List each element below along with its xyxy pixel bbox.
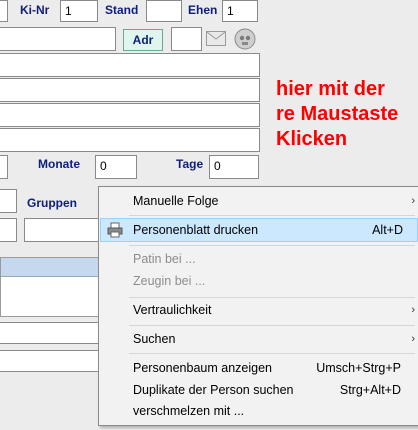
menu-item-duplikate-suchen[interactable]: Duplikate der Person suchen Strg+Alt+D xyxy=(99,379,418,401)
menu-item-manuelle-folge[interactable]: Manuelle Folge › xyxy=(99,190,418,212)
menu-item-label: Personenbaum anzeigen xyxy=(133,361,272,375)
menu-item-label: Vertraulichkeit xyxy=(133,303,212,317)
stand-field[interactable] xyxy=(146,0,182,22)
unlabeled-field-mid-left[interactable] xyxy=(0,155,8,179)
submenu-arrow-icon: › xyxy=(411,333,415,345)
context-menu: Manuelle Folge › Personenblatt drucken A… xyxy=(98,186,418,426)
menu-item-patin-bei: Patin bei ... xyxy=(99,248,418,270)
ehen-label: Ehen xyxy=(188,3,218,17)
submenu-arrow-icon: › xyxy=(411,195,415,207)
address-line-1[interactable] xyxy=(0,53,260,77)
menu-item-label: Zeugin bei ... xyxy=(133,274,206,288)
menu-separator xyxy=(129,245,415,246)
adr-extra-field[interactable] xyxy=(171,27,202,51)
grid-header xyxy=(1,258,99,277)
monate-field[interactable]: 0 xyxy=(95,155,137,179)
menu-separator xyxy=(129,325,415,326)
menu-item-label: Patin bei ... xyxy=(133,252,196,266)
kinr-field[interactable]: 1 xyxy=(60,0,98,22)
annotation-line-2: re Maustaste xyxy=(276,103,399,125)
unlabeled-field-top-left[interactable] xyxy=(0,0,8,22)
lower-field-2[interactable] xyxy=(0,350,106,372)
menu-item-shortcut: Umsch+Strg+P xyxy=(316,361,401,375)
adr-button[interactable]: Adr xyxy=(123,29,163,51)
submenu-arrow-icon: › xyxy=(411,304,415,316)
menu-item-personenblatt-drucken[interactable]: Personenblatt drucken Alt+D xyxy=(100,218,418,242)
gruppen-label: Gruppen xyxy=(27,196,77,210)
menu-item-suchen[interactable]: Suchen › xyxy=(99,328,418,350)
lower-field-1[interactable] xyxy=(0,322,106,344)
menu-item-shortcut: Strg+Alt+D xyxy=(339,383,401,397)
gruppen-field[interactable] xyxy=(24,218,104,242)
menu-item-label: verschmelzen mit ... xyxy=(133,404,245,418)
stand-label: Stand xyxy=(105,3,139,17)
menu-item-label: Duplikate der Person suchen xyxy=(133,383,294,397)
address-line-4[interactable] xyxy=(0,128,260,152)
kinr-label: Ki-Nr xyxy=(20,3,50,17)
grid-table[interactable] xyxy=(0,257,100,317)
annotation-line-1: hier mit der xyxy=(276,78,385,100)
tage-label: Tage xyxy=(176,157,204,171)
menu-item-zeugin-bei: Zeugin bei ... xyxy=(99,270,418,292)
menu-separator xyxy=(129,297,415,298)
address-line-3[interactable] xyxy=(0,103,260,127)
ehen-field[interactable]: 1 xyxy=(222,0,258,22)
name-field[interactable] xyxy=(0,27,116,51)
menu-item-label: Suchen xyxy=(133,332,176,346)
skull-icon[interactable] xyxy=(234,28,256,50)
menu-item-label: Personenblatt drucken xyxy=(133,223,259,237)
tage-field[interactable]: 0 xyxy=(209,155,259,179)
menu-separator xyxy=(129,353,415,354)
menu-item-personenbaum-anzeigen[interactable]: Personenbaum anzeigen Umsch+Strg+P xyxy=(99,357,418,379)
unlabeled-field-lower-left[interactable] xyxy=(0,189,17,213)
menu-item-vertraulichkeit[interactable]: Vertraulichkeit › xyxy=(99,299,418,321)
email-icon[interactable] xyxy=(206,31,226,46)
address-line-2[interactable] xyxy=(0,78,260,102)
annotation-line-3: Klicken xyxy=(276,128,348,150)
menu-separator xyxy=(129,215,415,216)
menu-item-verschmelzen-mit[interactable]: verschmelzen mit ... xyxy=(99,400,418,422)
printer-icon xyxy=(107,222,123,238)
menu-item-label: Manuelle Folge xyxy=(133,194,219,208)
menu-item-shortcut: Alt+D xyxy=(372,223,403,237)
monate-label: Monate xyxy=(38,157,80,171)
unlabeled-field-bottom-left[interactable] xyxy=(0,218,17,242)
